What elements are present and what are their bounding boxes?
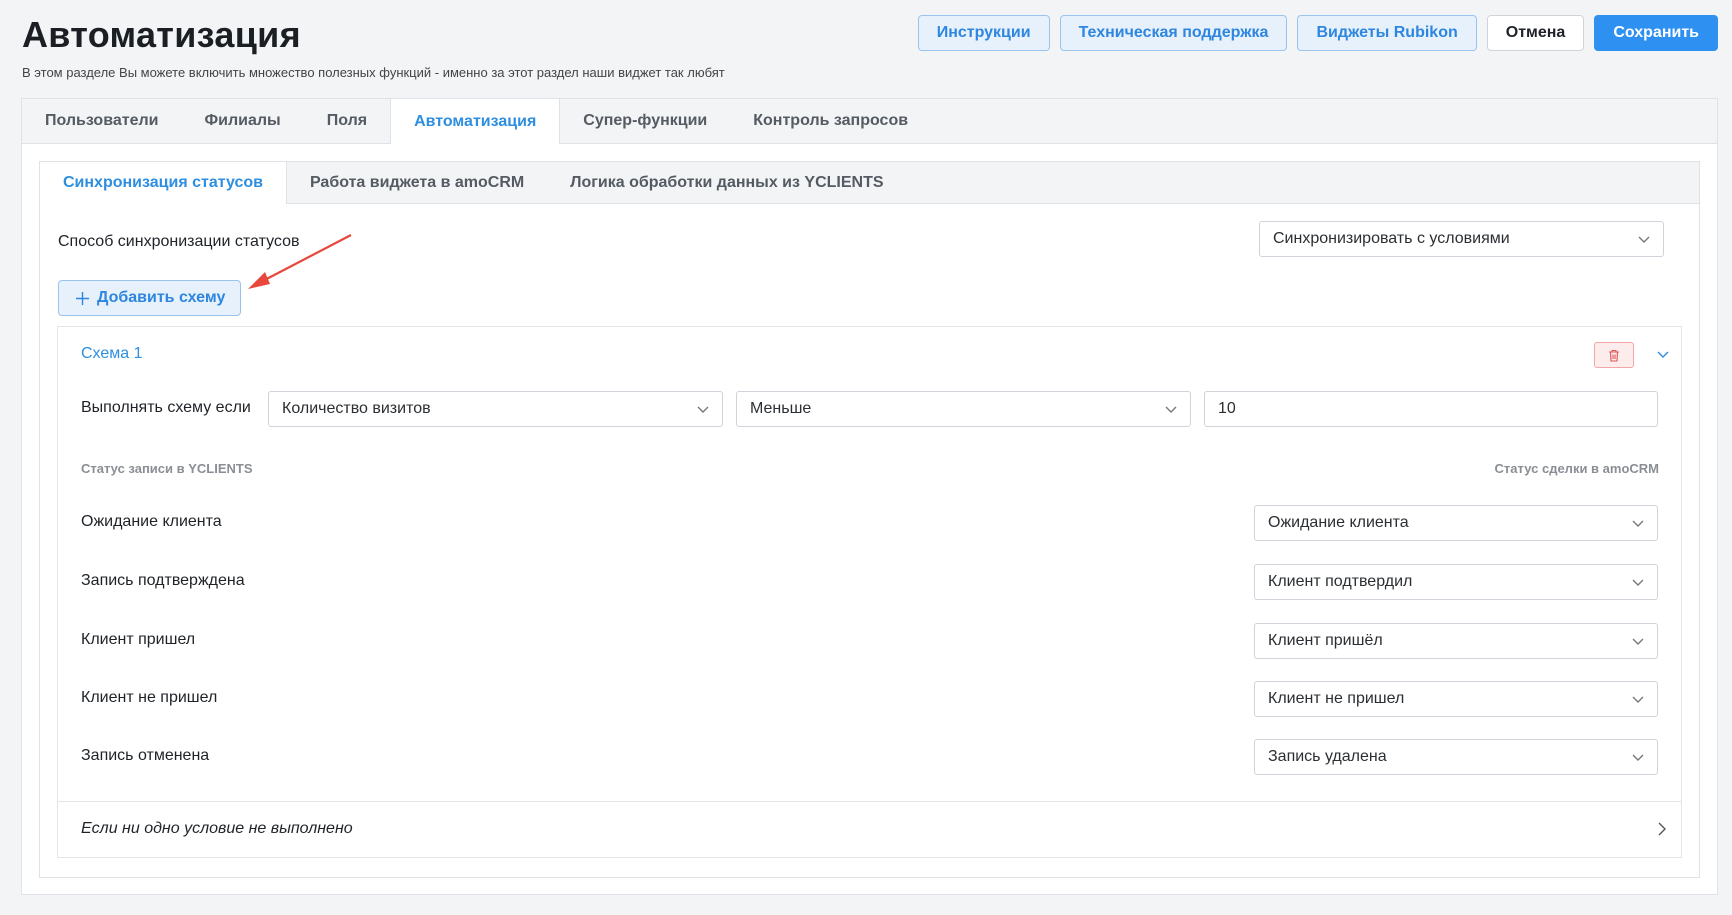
yclients-status-label: Запись отменена <box>81 747 210 764</box>
support-button[interactable]: Техническая поддержка <box>1059 15 1288 51</box>
page-header: Автоматизация В этом разделе Вы можете в… <box>22 14 725 80</box>
condition-value-input[interactable]: 10 <box>1204 391 1658 427</box>
yclients-status-label: Запись подтверждена <box>81 572 245 589</box>
subtab-status-sync[interactable]: Синхронизация статусов <box>40 162 287 204</box>
chevron-down-icon <box>697 406 709 413</box>
tab-request-control[interactable]: Контроль запросов <box>730 99 931 143</box>
amocrm-status-value: Клиент пришёл <box>1268 632 1383 649</box>
amocrm-status-value: Ожидание клиента <box>1268 514 1409 531</box>
annotation-arrow-icon <box>248 234 352 289</box>
condition-field-value: Количество визитов <box>282 400 431 417</box>
main-tabs: Пользователи Филиалы Поля Автоматизация … <box>22 99 1717 144</box>
condition-operator-value: Меньше <box>750 400 812 417</box>
chevron-right-icon <box>1658 822 1666 836</box>
top-actions: Инструкции Техническая поддержка Виджеты… <box>917 15 1718 51</box>
chevron-down-icon <box>1632 754 1644 761</box>
chevron-down-icon[interactable] <box>1657 348 1669 360</box>
page-title: Автоматизация <box>22 14 301 55</box>
scheme-title[interactable]: Схема 1 <box>81 345 143 363</box>
subtab-yclients-logic[interactable]: Логика обработки данных из YCLIENTS <box>547 162 906 203</box>
scheme-card: Схема 1 Выполнять схему если Количество … <box>57 326 1682 858</box>
main-panel: Пользователи Филиалы Поля Автоматизация … <box>21 98 1718 895</box>
subtab-amocrm-widget[interactable]: Работа виджета в amoCRM <box>287 162 547 203</box>
chevron-down-icon <box>1632 638 1644 645</box>
amocrm-status-select[interactable]: Клиент подтвердил <box>1254 564 1658 600</box>
amocrm-status-header: Статус сделки в amoCRM <box>1494 461 1659 476</box>
yclients-status-label: Ожидание клиента <box>81 513 222 530</box>
amocrm-status-select[interactable]: Клиент не пришел <box>1254 681 1658 717</box>
tab-branches[interactable]: Филиалы <box>181 99 303 143</box>
fallback-label: Если ни одно условие не выполнено <box>81 820 353 837</box>
sub-tabs: Синхронизация статусов Работа виджета в … <box>40 162 1699 204</box>
chevron-down-icon <box>1632 696 1644 703</box>
tab-users[interactable]: Пользователи <box>22 99 181 143</box>
page-subtitle: В этом разделе Вы можете включить множес… <box>22 65 725 80</box>
sync-method-value: Синхронизировать с условиями <box>1273 230 1510 247</box>
tab-super-functions[interactable]: Супер-функции <box>560 99 730 143</box>
yclients-status-label: Клиент не пришел <box>81 689 218 706</box>
condition-label: Выполнять схему если <box>81 399 251 416</box>
yclients-status-label: Клиент пришел <box>81 631 196 648</box>
condition-operator-select[interactable]: Меньше <box>736 391 1191 427</box>
chevron-down-icon <box>1632 579 1644 586</box>
amocrm-status-select[interactable]: Ожидание клиента <box>1254 505 1658 541</box>
delete-scheme-button[interactable] <box>1594 342 1634 368</box>
amocrm-status-value: Запись удалена <box>1268 748 1387 765</box>
tab-fields[interactable]: Поля <box>304 99 390 143</box>
widgets-button[interactable]: Виджеты Rubikon <box>1297 15 1477 51</box>
amocrm-status-value: Клиент не пришел <box>1268 690 1405 707</box>
sub-panel: Синхронизация статусов Работа виджета в … <box>39 161 1700 878</box>
tab-automation[interactable]: Автоматизация <box>390 99 561 144</box>
sync-method-select[interactable]: Синхронизировать с условиями <box>1259 221 1664 257</box>
amocrm-status-value: Клиент подтвердил <box>1268 573 1413 590</box>
amocrm-status-select[interactable]: Запись удалена <box>1254 739 1658 775</box>
cancel-button[interactable]: Отмена <box>1486 15 1585 51</box>
add-scheme-button[interactable]: Добавить схему <box>58 280 241 316</box>
amocrm-status-select[interactable]: Клиент пришёл <box>1254 623 1658 659</box>
fallback-row[interactable]: Если ни одно условие не выполнено <box>58 801 1681 858</box>
plus-icon <box>76 291 89 305</box>
chevron-down-icon <box>1165 406 1177 413</box>
yclients-status-header: Статус записи в YCLIENTS <box>81 461 253 476</box>
condition-field-select[interactable]: Количество визитов <box>268 391 723 427</box>
trash-icon <box>1609 349 1619 362</box>
chevron-down-icon <box>1632 520 1644 527</box>
add-scheme-label: Добавить схему <box>97 289 226 306</box>
save-button[interactable]: Сохранить <box>1594 15 1718 51</box>
chevron-down-icon <box>1638 236 1650 243</box>
condition-value: 10 <box>1218 400 1236 417</box>
instructions-button[interactable]: Инструкции <box>917 15 1050 51</box>
